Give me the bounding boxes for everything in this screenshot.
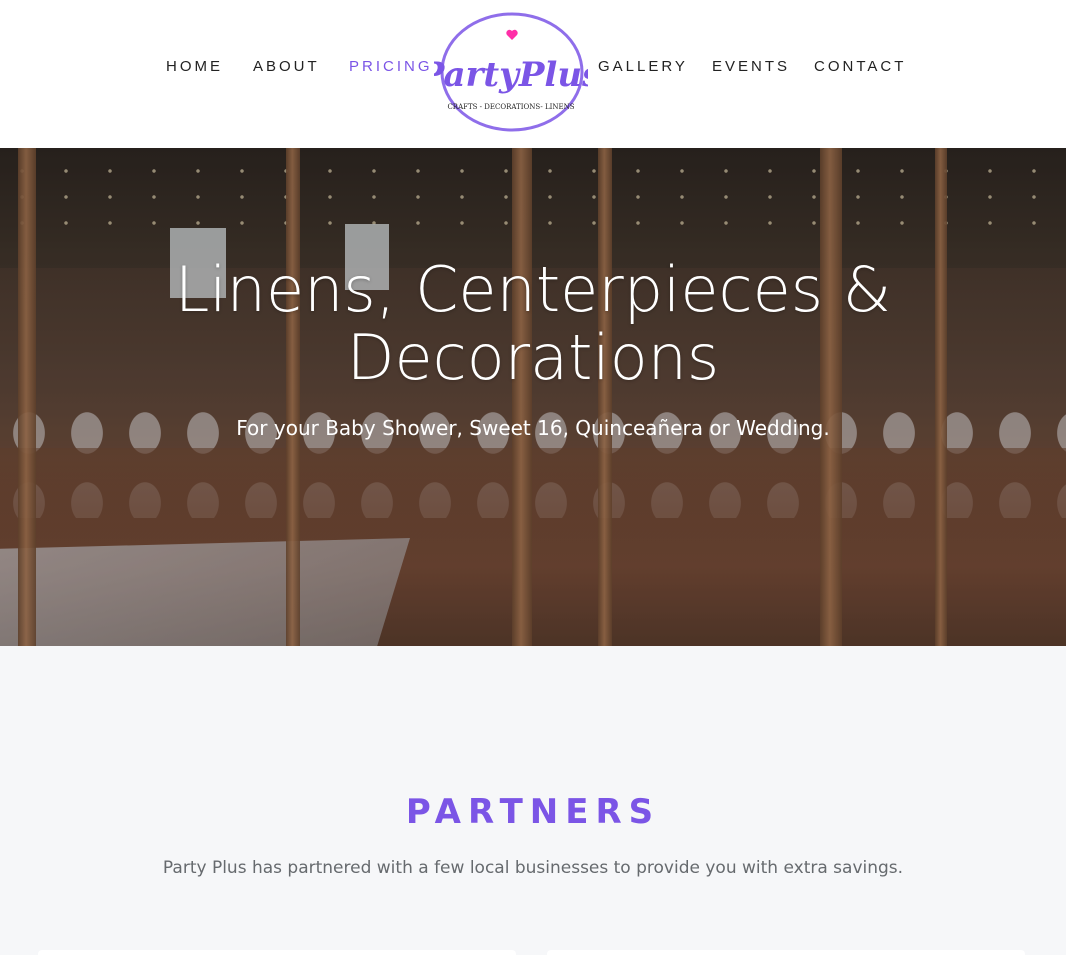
- hero-banner: Linens, Centerpieces & Decorations For y…: [0, 148, 1066, 646]
- nav-events[interactable]: EVENTS: [712, 58, 790, 75]
- nav-about[interactable]: ABOUT: [253, 58, 320, 75]
- partners-description: Party Plus has partnered with a few loca…: [162, 858, 904, 878]
- hero-title-line1: Linens, Centerpieces &: [174, 253, 892, 326]
- hero-overlay: [0, 148, 1066, 646]
- hero-subtitle: For your Baby Shower, Sweet 16, Quinceañ…: [236, 416, 830, 440]
- partner-card[interactable]: [547, 950, 1025, 955]
- hero-title: Linens, Centerpieces & Decorations: [0, 256, 1066, 392]
- partners-heading: PARTNERS: [405, 792, 661, 832]
- logo-wordmark: PartyPlus: [434, 55, 588, 95]
- hero-title-line2: Decorations: [346, 321, 720, 394]
- nav-gallery[interactable]: GALLERY: [598, 58, 688, 75]
- site-header: HOME ABOUT PRICING PartyPlus CRAFTS - DE…: [0, 0, 1066, 148]
- partner-card[interactable]: [38, 950, 516, 955]
- heart-icon: [506, 29, 518, 40]
- nav-pricing[interactable]: PRICING: [349, 58, 433, 75]
- logo-tagline: CRAFTS - DECORATIONS- LINENS: [447, 103, 574, 111]
- nav-home[interactable]: HOME: [166, 58, 223, 75]
- partyplus-logo[interactable]: PartyPlus CRAFTS - DECORATIONS- LINENS: [434, 10, 588, 136]
- nav-contact[interactable]: CONTACT: [814, 58, 906, 75]
